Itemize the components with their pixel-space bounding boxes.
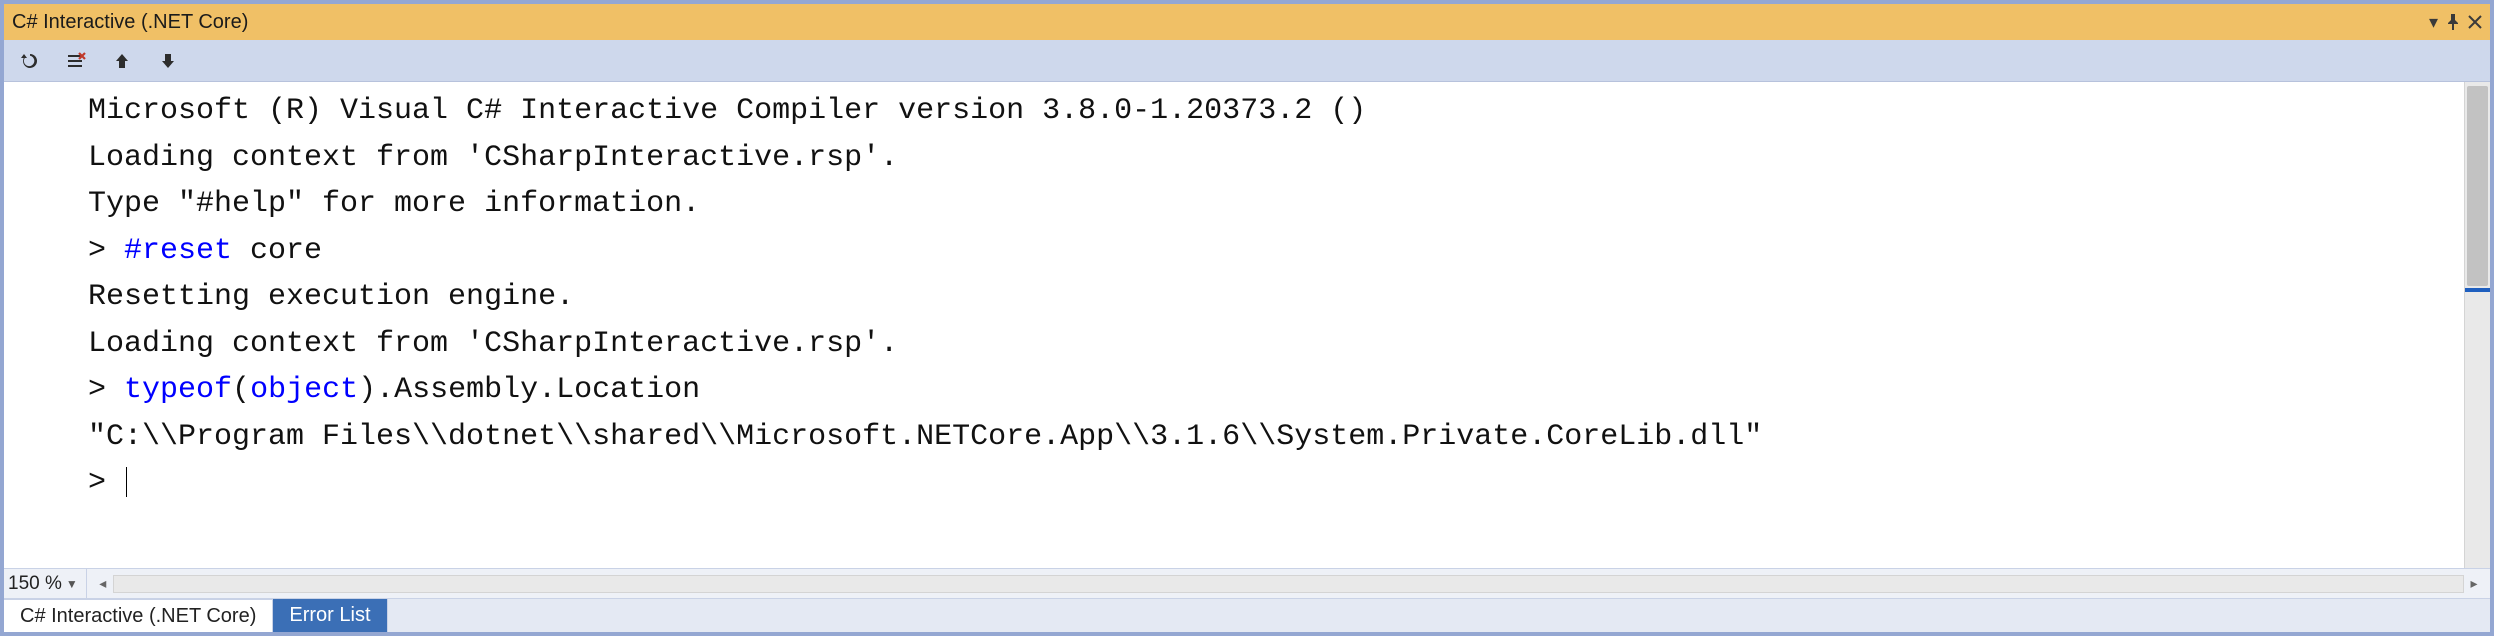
hscroll-track[interactable] [113,575,2464,593]
zoom-value: 150 % [8,573,62,595]
window-title: C# Interactive (.NET Core) [12,11,248,34]
title-bar: C# Interactive (.NET Core) ▾ [4,4,2490,40]
console-line: Resetting execution engine. [88,274,2464,321]
pin-icon[interactable] [2446,14,2460,30]
bottom-tab-bar: C# Interactive (.NET Core) Error List [4,598,2490,632]
toolbar [4,40,2490,82]
console-line: > #reset core [88,228,2464,275]
editor-area: Microsoft (R) Visual C# Interactive Comp… [4,82,2490,568]
scrollbar-caret-mark [2465,288,2490,292]
scroll-left-icon[interactable]: ◂ [93,575,113,593]
clear-icon[interactable] [64,49,88,73]
history-down-icon[interactable] [156,49,180,73]
console-line: Type "#help" for more information. [88,181,2464,228]
tab-label: Error List [289,604,370,627]
status-bar: 150 % ▼ ◂ ▸ [4,568,2490,598]
horizontal-scrollbar[interactable]: ◂ ▸ [87,569,2490,598]
tab-csharp-interactive[interactable]: C# Interactive (.NET Core) [4,599,273,632]
title-bar-buttons: ▾ [2429,12,2482,33]
window-options-icon[interactable]: ▾ [2429,12,2438,33]
console-line: > typeof(object).Assembly.Location [88,367,2464,414]
console-line: Microsoft (R) Visual C# Interactive Comp… [88,88,2464,135]
close-icon[interactable] [2468,15,2482,29]
console-output[interactable]: Microsoft (R) Visual C# Interactive Comp… [4,82,2464,568]
vertical-scrollbar[interactable] [2464,82,2490,568]
tab-label: C# Interactive (.NET Core) [20,605,256,628]
console-line: Loading context from 'CSharpInteractive.… [88,135,2464,182]
tab-error-list[interactable]: Error List [273,599,387,632]
console-line: "C:\\Program Files\\dotnet\\shared\\Micr… [88,414,2464,461]
console-line: > [88,460,2464,507]
scroll-right-icon[interactable]: ▸ [2464,575,2484,593]
text-caret [126,467,127,497]
history-up-icon[interactable] [110,49,134,73]
reset-icon[interactable] [18,49,42,73]
chevron-down-icon: ▼ [66,577,78,591]
zoom-combo[interactable]: 150 % ▼ [4,569,87,598]
scrollbar-thumb[interactable] [2467,86,2488,286]
console-line: Loading context from 'CSharpInteractive.… [88,321,2464,368]
